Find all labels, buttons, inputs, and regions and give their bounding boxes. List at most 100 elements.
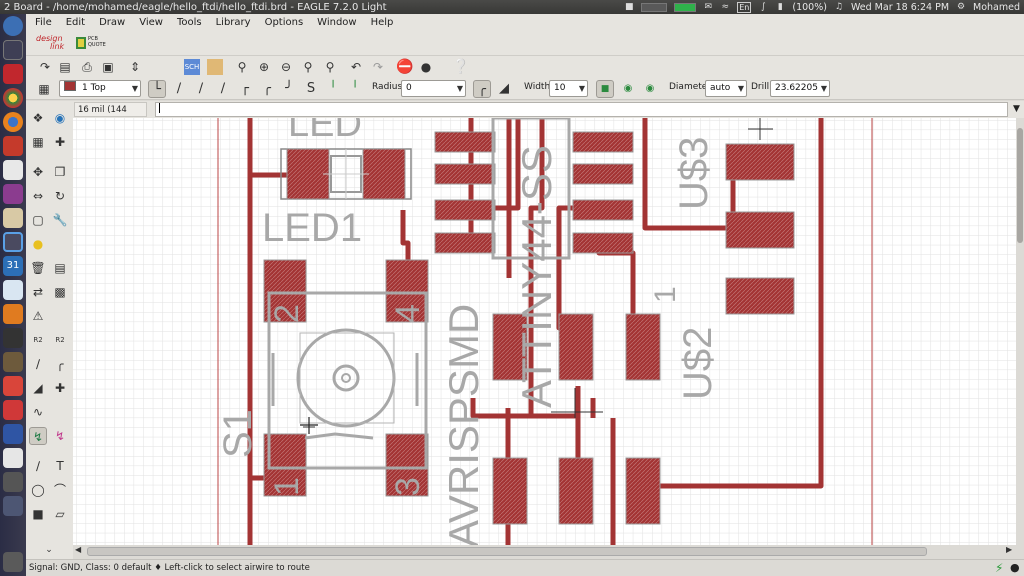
radius-field[interactable]: 0 ▼ (401, 80, 466, 97)
led1-component[interactable] (280, 148, 412, 200)
via-square-button[interactable]: ■ (596, 80, 614, 98)
app-icon-red2[interactable] (3, 376, 23, 396)
bend-style-7-button[interactable]: S (302, 80, 320, 98)
add-icon[interactable]: ▤ (51, 259, 69, 277)
redo-icon[interactable]: ↷ (370, 59, 386, 75)
app-icon-purple[interactable] (3, 184, 23, 204)
app-icon-gray[interactable] (3, 472, 23, 492)
clock[interactable]: Wed Mar 18 6:24 PM (851, 2, 949, 13)
circle-icon[interactable]: ◯ (29, 481, 47, 499)
drill-field[interactable]: 23.62205 ▼ (770, 80, 830, 97)
mark-icon[interactable]: ✚ (51, 133, 69, 151)
bend-style-8-button[interactable]: ╵ (324, 80, 342, 98)
pcb-quote-logo[interactable]: PCB QUOTE (76, 36, 106, 50)
value-icon[interactable]: R2 (51, 331, 69, 349)
board-drawing[interactable]: LED LED1 S1 AVRISPSMD ATTINY44-SS U$3 U$… (73, 118, 1016, 545)
menu-window[interactable]: Window (310, 17, 363, 28)
script-icon[interactable]: ⇕ (127, 59, 143, 75)
via-round-button[interactable]: ◉ (619, 80, 637, 98)
wire-icon[interactable]: ∕ (29, 457, 47, 475)
group-icon[interactable]: ▢ (29, 211, 47, 229)
name-icon[interactable]: R2 (29, 331, 47, 349)
popcorn-icon[interactable] (3, 208, 23, 228)
zoom-out-icon[interactable]: ⊖ (278, 59, 294, 75)
app-icon-brown[interactable] (3, 352, 23, 372)
app-icon-blue-ring[interactable] (3, 232, 23, 252)
text-icon[interactable]: T (51, 457, 69, 475)
menu-draw[interactable]: Draw (92, 17, 132, 28)
bend-style-4-button[interactable]: ┌ (236, 80, 254, 98)
zoom-redraw-icon[interactable]: ⚲ (300, 59, 316, 75)
meander-icon[interactable]: ∿ (29, 403, 47, 421)
bend-style-5-button[interactable]: ╭ (258, 80, 276, 98)
horizontal-scrollbar[interactable]: ◀ ▶ (73, 545, 1016, 558)
menu-edit[interactable]: Edit (59, 17, 92, 28)
rotate-icon[interactable]: ↻ (51, 187, 69, 205)
change-icon[interactable]: 🔧 (51, 211, 69, 229)
split-icon[interactable]: ∕ (29, 355, 47, 373)
bend-style-3-button[interactable]: ∕ (214, 80, 232, 98)
miter-icon[interactable]: ╭ (51, 355, 69, 373)
horizontal-scroll-thumb[interactable] (87, 547, 927, 556)
undo-icon[interactable]: ↶ (348, 59, 364, 75)
board-canvas[interactable]: LED LED1 S1 AVRISPSMD ATTINY44-SS U$3 U$… (73, 118, 1016, 545)
bend-style-1-button[interactable]: ∕ (170, 80, 188, 98)
show-icon[interactable]: ◉ (51, 109, 69, 127)
menu-library[interactable]: Library (209, 17, 258, 28)
filezilla-icon[interactable] (3, 64, 23, 84)
lightning-icon[interactable]: ⚡ (995, 561, 1003, 575)
wifi-icon[interactable]: ≈ (720, 2, 730, 12)
bluetooth-icon[interactable]: ∫ (758, 2, 768, 12)
width-field[interactable]: 10 ▼ (549, 80, 588, 97)
mail-icon[interactable]: ✉ (703, 2, 713, 12)
menu-file[interactable]: File (26, 17, 59, 28)
app-icon-light[interactable] (3, 280, 23, 300)
dash-home-icon[interactable] (3, 16, 23, 36)
calendar-icon[interactable]: 31 (3, 256, 23, 276)
memory-monitor-icon[interactable] (674, 2, 697, 12)
grid-icon[interactable]: ▦ (36, 81, 52, 97)
files-icon[interactable] (3, 40, 23, 60)
ripup-icon[interactable]: ↯ (51, 427, 69, 445)
print-icon[interactable]: ⎙ (79, 59, 95, 75)
replace-icon[interactable]: ⇄ (29, 283, 47, 301)
via-octagon-button[interactable]: ◉ (641, 80, 659, 98)
display-icon[interactable]: ▦ (29, 133, 47, 151)
smash-icon[interactable]: ⚠ (29, 307, 47, 325)
route-icon[interactable]: ✚ (51, 379, 69, 397)
cpu-monitor-icon[interactable] (641, 2, 668, 12)
zoom-select-icon[interactable]: ⚲ (322, 59, 338, 75)
bend-style-9-button[interactable]: ╵ (346, 80, 364, 98)
u3-component[interactable] (725, 143, 795, 315)
rect-icon[interactable]: ■ (29, 505, 47, 523)
terminal-icon[interactable] (3, 328, 23, 348)
keyboard-layout[interactable]: En (737, 1, 752, 13)
battery-icon[interactable]: ▮ (775, 2, 785, 12)
stop-command-icon[interactable]: ● (1010, 561, 1020, 574)
zoom-fit-icon[interactable]: ⚲ (234, 59, 250, 75)
save-icon[interactable]: ▤ (57, 59, 73, 75)
designlink-logo[interactable]: design link (36, 35, 70, 51)
app-icon-orange[interactable] (3, 304, 23, 324)
battery-percent[interactable]: (100%) (792, 2, 827, 13)
app-icon-red3[interactable] (3, 400, 23, 420)
miter-corner-button[interactable]: ◢ (495, 80, 513, 98)
diameter-field[interactable]: auto ▼ (705, 80, 747, 97)
app-icon-white[interactable] (3, 448, 23, 468)
notification-icon[interactable]: ■ (624, 2, 634, 12)
polygon-icon[interactable]: ▱ (51, 505, 69, 523)
vertical-scrollbar[interactable] (1016, 118, 1024, 545)
app-icon-red[interactable] (3, 136, 23, 156)
menu-tools[interactable]: Tools (170, 17, 209, 28)
firefox-icon[interactable] (3, 112, 23, 132)
menu-help[interactable]: Help (364, 17, 401, 28)
scroll-right-icon[interactable]: ▶ (1006, 545, 1012, 554)
chevron-down-icon[interactable]: ▼ (1010, 102, 1023, 117)
user-name[interactable]: Mohamed (973, 2, 1020, 13)
arc-icon[interactable]: ⌒ (51, 481, 69, 499)
route-wire-icon[interactable]: ↯ (29, 427, 47, 445)
round-corner-button[interactable]: ╭ (473, 80, 491, 98)
menu-view[interactable]: View (132, 17, 170, 28)
layer-select[interactable]: 1 Top ▼ (59, 80, 141, 97)
volume-icon[interactable]: ♫ (834, 2, 844, 12)
